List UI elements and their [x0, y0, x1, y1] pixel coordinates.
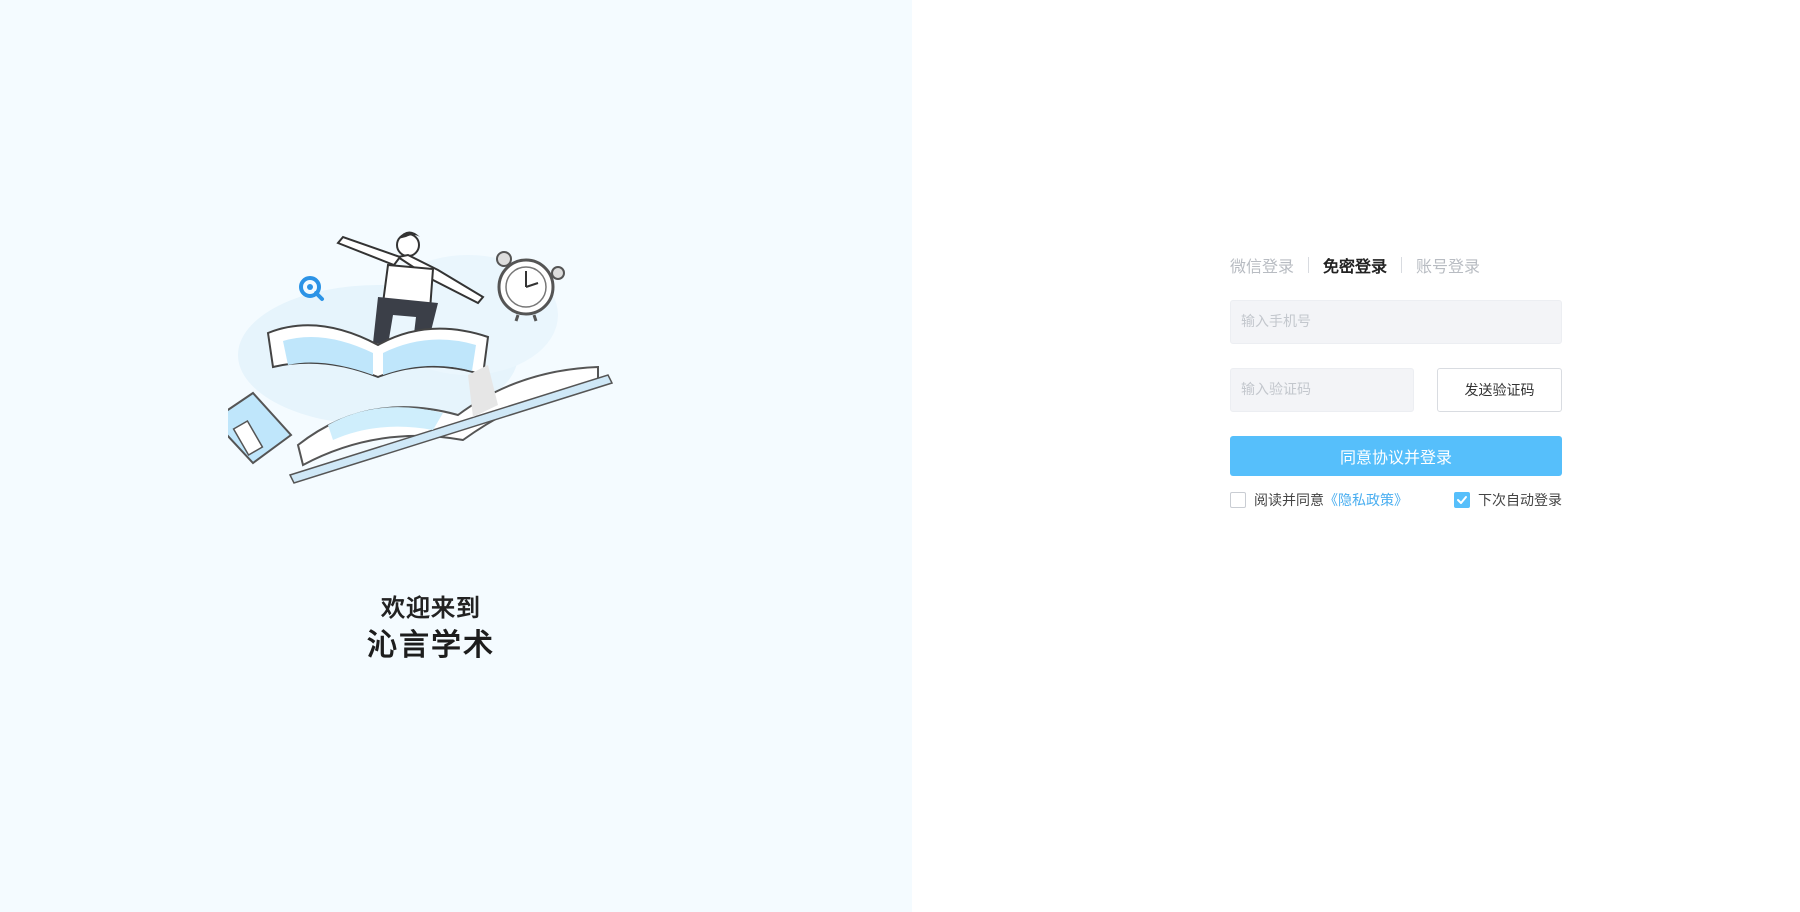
reading-illustration — [228, 231, 614, 484]
send-code-button[interactable]: 发送验证码 — [1437, 368, 1562, 412]
login-form: 微信登录 免密登录 账号登录 发送验证码 同意协议并登录 阅读并同意 《隐私政策… — [1230, 250, 1562, 510]
phone-input[interactable] — [1230, 300, 1562, 344]
login-page: 欢迎来到 沁言学术 微信登录 免密登录 账号登录 发送验证码 同意协议并登录 阅… — [0, 0, 1800, 912]
tab-passwordless-login[interactable]: 免密登录 — [1323, 253, 1387, 277]
agree-checkbox[interactable] — [1230, 492, 1246, 508]
auto-login-option: 下次自动登录 — [1454, 490, 1562, 510]
verification-code-input[interactable] — [1230, 368, 1414, 412]
agree-option: 阅读并同意 《隐私政策》 — [1230, 490, 1408, 510]
auto-login-label: 下次自动登录 — [1478, 493, 1562, 509]
welcome-panel: 欢迎来到 沁言学术 — [0, 0, 912, 912]
agree-text: 阅读并同意 — [1254, 493, 1324, 509]
tab-wechat-login[interactable]: 微信登录 — [1230, 253, 1294, 277]
brand-name: 沁言学术 — [361, 620, 501, 664]
tab-divider — [1401, 257, 1403, 273]
auto-login-checkbox[interactable] — [1454, 492, 1470, 508]
welcome-text: 欢迎来到 — [381, 594, 481, 622]
tab-divider — [1308, 257, 1310, 273]
login-options: 阅读并同意 《隐私政策》 下次自动登录 — [1230, 490, 1562, 510]
magnifier-icon — [299, 276, 324, 301]
code-row: 发送验证码 — [1230, 368, 1562, 412]
login-tabs: 微信登录 免密登录 账号登录 — [1230, 250, 1562, 280]
privacy-policy-link[interactable]: 《隐私政策》 — [1324, 490, 1408, 510]
agree-and-login-button[interactable]: 同意协议并登录 — [1230, 436, 1562, 476]
tab-account-login[interactable]: 账号登录 — [1416, 253, 1480, 277]
check-icon — [1457, 496, 1467, 504]
